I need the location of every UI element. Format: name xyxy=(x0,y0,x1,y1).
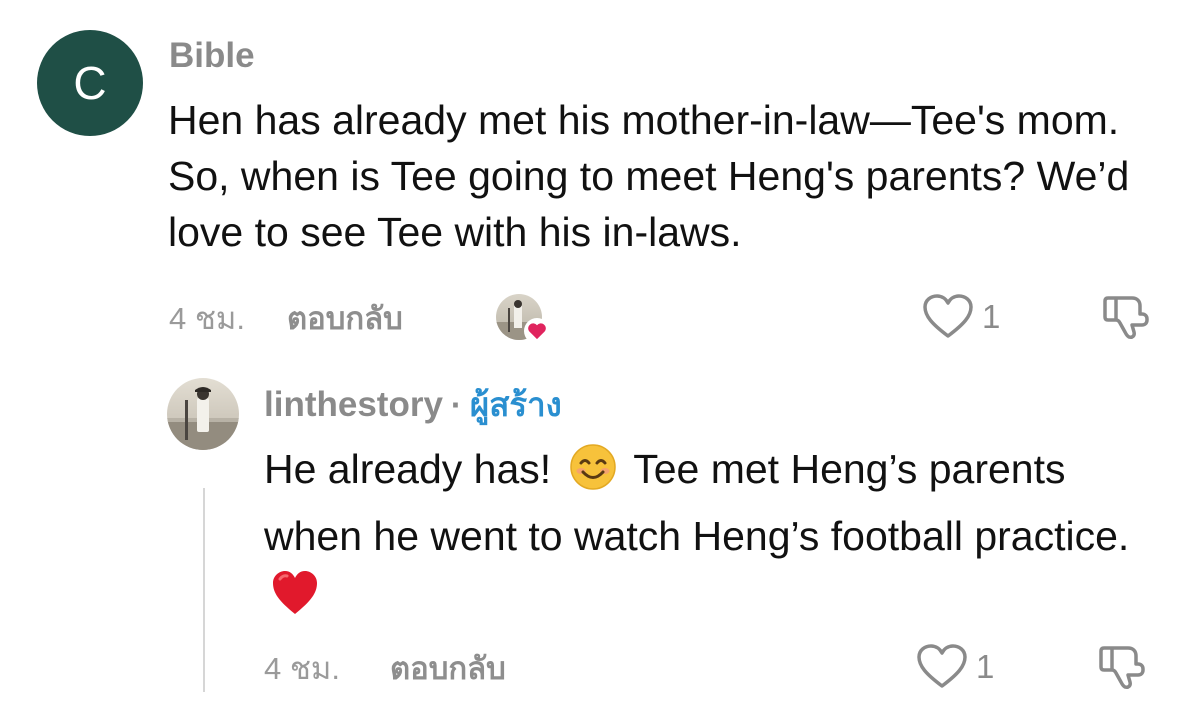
reply-text: He already has! Tee met Heng’s parents w… xyxy=(264,440,1164,633)
thumbs-down-icon xyxy=(1099,646,1145,689)
reply-dislike-button[interactable] xyxy=(1098,644,1146,695)
comment-time: 4 ชม. xyxy=(169,301,245,336)
reply-like-count: 1 xyxy=(976,648,995,685)
comment-like-button[interactable]: 1 xyxy=(922,294,1000,340)
creator-badge: ผู้สร้าง xyxy=(469,386,562,423)
comment-meta-row: 4 ชม. ตอบกลับ xyxy=(169,296,403,340)
comment-dislike-button[interactable] xyxy=(1102,294,1150,345)
comment-text: Hen has already met his mother-in-law—Te… xyxy=(168,97,1130,255)
comment-reply-button[interactable]: ตอบกลับ xyxy=(287,293,403,343)
heart-icon xyxy=(524,318,550,344)
thumbs-down-icon xyxy=(1103,296,1149,339)
heart-outline-icon xyxy=(923,294,973,338)
reply-time: 4 ชม. xyxy=(264,651,340,686)
separator-dot: · xyxy=(450,386,462,423)
reply-reply-button[interactable]: ตอบกลับ xyxy=(390,643,506,693)
comment-like-count: 1 xyxy=(982,298,1001,335)
reply-text-part1: He already has! xyxy=(264,446,552,492)
creator-liked-indicator xyxy=(496,294,550,344)
reply-like-button[interactable]: 1 xyxy=(916,644,994,690)
thread-line xyxy=(203,488,205,692)
reply-user-row: linthestory · ผู้สร้าง xyxy=(264,384,562,426)
heart-outline-icon xyxy=(917,644,967,688)
avatar-letter: C xyxy=(73,57,107,109)
red-heart-icon xyxy=(270,569,320,633)
reply-meta-row: 4 ชม. ตอบกลับ xyxy=(264,646,506,690)
comment-username[interactable]: Bible xyxy=(169,36,255,76)
smiling-face-icon xyxy=(569,443,617,507)
commenter-avatar[interactable]: C xyxy=(37,30,143,136)
reply-username[interactable]: linthestory xyxy=(264,384,443,426)
reply-avatar[interactable] xyxy=(167,378,239,450)
